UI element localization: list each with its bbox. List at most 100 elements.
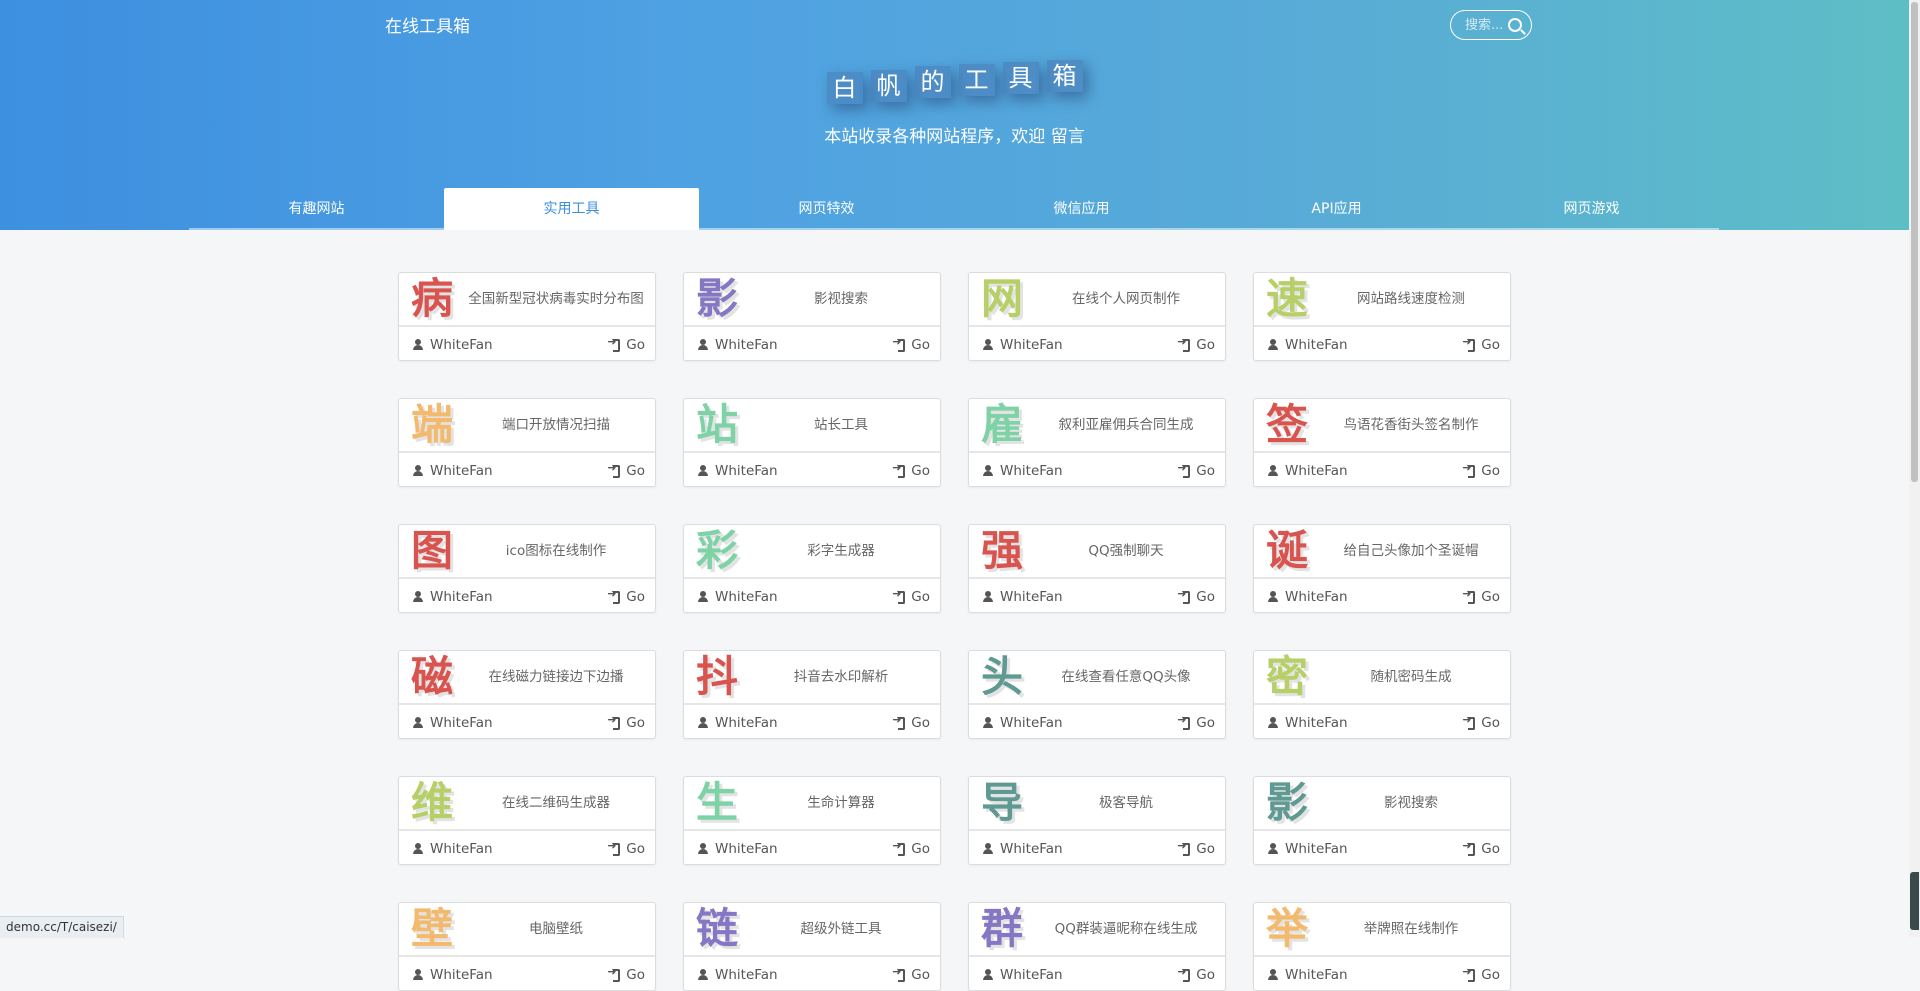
card-go-label[interactable]: Go [911, 337, 930, 353]
tool-card[interactable]: 签鸟语花香街头签名制作 WhiteFan Go [1253, 398, 1511, 487]
card-go-label[interactable]: Go [626, 715, 645, 731]
card-go-link[interactable]: Go [892, 839, 930, 857]
card-go-link[interactable]: Go [1462, 713, 1500, 731]
search-icon[interactable] [1508, 18, 1522, 32]
card-title[interactable]: 网站路线速度检测 [1316, 273, 1506, 325]
card-go-link[interactable]: Go [1177, 587, 1215, 605]
card-go-link[interactable]: Go [1462, 839, 1500, 857]
card-go-link[interactable]: Go [892, 335, 930, 353]
tool-card[interactable]: 维在线二维码生成器 WhiteFan Go [398, 776, 656, 865]
card-go-link[interactable]: Go [1177, 839, 1215, 857]
message-link[interactable]: 留言 [1051, 127, 1085, 147]
card-go-label[interactable]: Go [626, 841, 645, 857]
card-go-label[interactable]: Go [626, 337, 645, 353]
card-go-label[interactable]: Go [1196, 715, 1215, 731]
card-go-link[interactable]: Go [1462, 587, 1500, 605]
card-go-link[interactable]: Go [1177, 713, 1215, 731]
tool-card[interactable]: 链超级外链工具 WhiteFan Go [683, 902, 941, 991]
tool-card[interactable]: 导极客导航 WhiteFan Go [968, 776, 1226, 865]
tool-card[interactable]: 壁电脑壁纸 WhiteFan Go [398, 902, 656, 991]
search-box[interactable] [1450, 10, 1532, 40]
search-input[interactable] [1465, 17, 1513, 33]
scrollbar[interactable] [1909, 0, 1920, 937]
card-title[interactable]: 在线查看任意QQ头像 [1031, 651, 1221, 703]
tab-web-effects[interactable]: 网页特效 [699, 188, 954, 230]
tab-api-apps[interactable]: API应用 [1209, 188, 1464, 230]
card-title[interactable]: 叙利亚雇佣兵合同生成 [1031, 399, 1221, 451]
card-title[interactable]: 随机密码生成 [1316, 651, 1506, 703]
tool-card[interactable]: 影影视搜索 WhiteFan Go [683, 272, 941, 361]
card-go-link[interactable]: Go [892, 587, 930, 605]
card-go-link[interactable]: Go [1462, 461, 1500, 479]
card-go-label[interactable]: Go [1481, 589, 1500, 605]
card-go-label[interactable]: Go [1481, 715, 1500, 731]
tool-card[interactable]: 图ico图标在线制作 WhiteFan Go [398, 524, 656, 613]
card-go-link[interactable]: Go [607, 965, 645, 983]
card-go-label[interactable]: Go [626, 463, 645, 479]
tool-card[interactable]: 磁在线磁力链接边下边播 WhiteFan Go [398, 650, 656, 739]
card-go-link[interactable]: Go [607, 839, 645, 857]
tab-wechat-apps[interactable]: 微信应用 [954, 188, 1209, 230]
card-go-label[interactable]: Go [911, 715, 930, 731]
card-go-label[interactable]: Go [1481, 463, 1500, 479]
card-go-label[interactable]: Go [1481, 841, 1500, 857]
card-title[interactable]: 全国新型冠状病毒实时分布图 [461, 273, 651, 325]
tool-card[interactable]: 抖抖音去水印解析 WhiteFan Go [683, 650, 941, 739]
card-title[interactable]: 端口开放情况扫描 [461, 399, 651, 451]
card-title[interactable]: 极客导航 [1031, 777, 1221, 829]
card-title[interactable]: 抖音去水印解析 [746, 651, 936, 703]
card-go-label[interactable]: Go [911, 589, 930, 605]
tool-card[interactable]: 举举牌照在线制作 WhiteFan Go [1253, 902, 1511, 991]
tool-card[interactable]: 密随机密码生成 WhiteFan Go [1253, 650, 1511, 739]
card-go-label[interactable]: Go [1481, 337, 1500, 353]
tool-card[interactable]: 生生命计算器 WhiteFan Go [683, 776, 941, 865]
tool-card[interactable]: 网在线个人网页制作 WhiteFan Go [968, 272, 1226, 361]
card-title[interactable]: ico图标在线制作 [461, 525, 651, 577]
site-brand[interactable]: 在线工具箱 [385, 12, 470, 37]
scrollbar-thumb[interactable] [1911, 2, 1918, 482]
card-title[interactable]: 生命计算器 [746, 777, 936, 829]
card-go-link[interactable]: Go [892, 965, 930, 983]
tool-card[interactable]: 群QQ群装逼昵称在线生成 WhiteFan Go [968, 902, 1226, 991]
card-title[interactable]: 在线磁力链接边下边播 [461, 651, 651, 703]
card-go-label[interactable]: Go [911, 841, 930, 857]
card-go-label[interactable]: Go [911, 967, 930, 983]
card-title[interactable]: 彩字生成器 [746, 525, 936, 577]
tool-card[interactable]: 彩彩字生成器 WhiteFan Go [683, 524, 941, 613]
tool-card[interactable]: 头在线查看任意QQ头像 WhiteFan Go [968, 650, 1226, 739]
card-title[interactable]: 在线个人网页制作 [1031, 273, 1221, 325]
card-title[interactable]: 超级外链工具 [746, 903, 936, 955]
card-go-label[interactable]: Go [1196, 589, 1215, 605]
card-go-link[interactable]: Go [607, 713, 645, 731]
card-title[interactable]: 影视搜索 [1316, 777, 1506, 829]
card-go-link[interactable]: Go [1177, 335, 1215, 353]
card-go-label[interactable]: Go [1196, 337, 1215, 353]
card-go-link[interactable]: Go [1462, 335, 1500, 353]
tab-fun-sites[interactable]: 有趣网站 [189, 188, 444, 230]
card-title[interactable]: 给自己头像加个圣诞帽 [1316, 525, 1506, 577]
card-go-label[interactable]: Go [1196, 967, 1215, 983]
card-go-label[interactable]: Go [1196, 463, 1215, 479]
tool-card[interactable]: 诞给自己头像加个圣诞帽 WhiteFan Go [1253, 524, 1511, 613]
card-go-link[interactable]: Go [892, 713, 930, 731]
tab-utility-tools[interactable]: 实用工具 [444, 188, 699, 230]
tool-card[interactable]: 病全国新型冠状病毒实时分布图 WhiteFan Go [398, 272, 656, 361]
card-title[interactable]: 在线二维码生成器 [461, 777, 651, 829]
card-go-link[interactable]: Go [1177, 461, 1215, 479]
card-go-link[interactable]: Go [1177, 965, 1215, 983]
side-widget[interactable] [1910, 872, 1919, 930]
card-go-link[interactable]: Go [1462, 965, 1500, 983]
tool-card[interactable]: 雇叙利亚雇佣兵合同生成 WhiteFan Go [968, 398, 1226, 487]
card-go-link[interactable]: Go [607, 461, 645, 479]
card-go-link[interactable]: Go [607, 335, 645, 353]
card-go-label[interactable]: Go [911, 463, 930, 479]
card-title[interactable]: 举牌照在线制作 [1316, 903, 1506, 955]
card-title[interactable]: 电脑壁纸 [461, 903, 651, 955]
tool-card[interactable]: 站站长工具 WhiteFan Go [683, 398, 941, 487]
card-go-label[interactable]: Go [626, 967, 645, 983]
card-title[interactable]: QQ群装逼昵称在线生成 [1031, 903, 1221, 955]
tool-card[interactable]: 强QQ强制聊天 WhiteFan Go [968, 524, 1226, 613]
tool-card[interactable]: 速网站路线速度检测 WhiteFan Go [1253, 272, 1511, 361]
card-go-label[interactable]: Go [626, 589, 645, 605]
card-title[interactable]: 影视搜索 [746, 273, 936, 325]
